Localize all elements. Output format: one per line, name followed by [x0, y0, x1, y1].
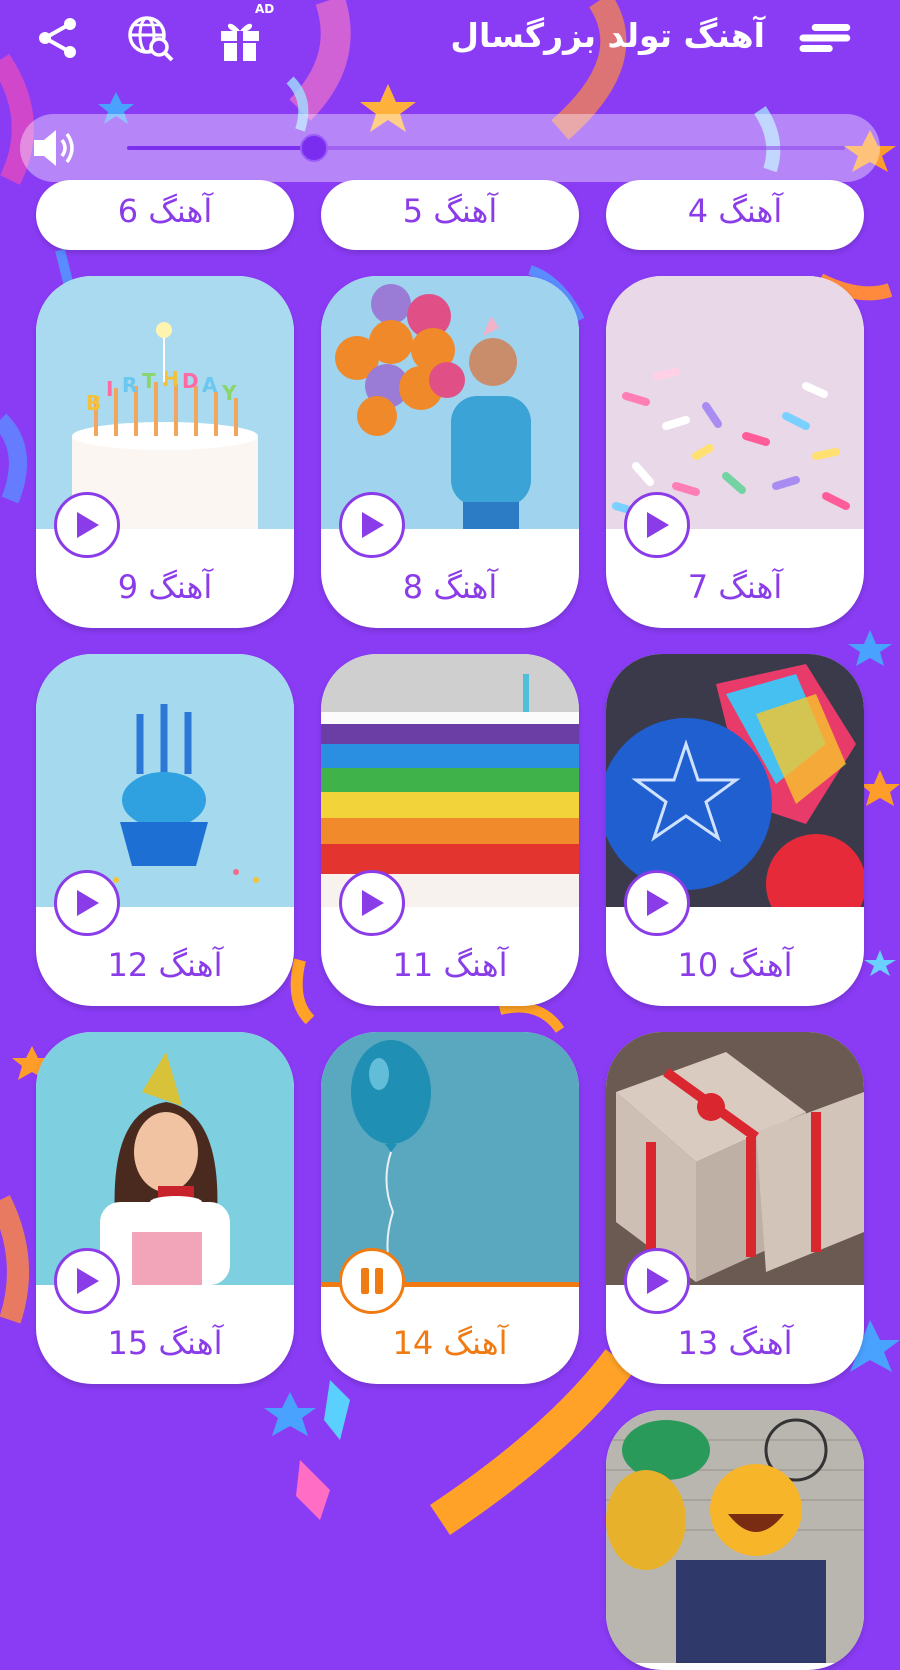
svg-text:R: R [122, 373, 137, 397]
svg-text:B: B [86, 391, 101, 415]
cupcake-image [36, 654, 294, 907]
song-label: آهنگ 9 [117, 568, 213, 606]
birthday-cake-image: B I R T H D A Y [36, 276, 294, 529]
play-icon [362, 512, 384, 538]
song-card-playing[interactable]: آهنگ 14 [321, 1032, 579, 1384]
song-label: آهنگ 8 [402, 568, 498, 606]
song-card[interactable]: آهنگ 15 [36, 1032, 294, 1384]
song-label: آهنگ 6 [117, 192, 213, 230]
songs-grid: آهنگ 4 آهنگ 5 آهنگ 6 آهنگ 7 آهنگ 8 B I R… [0, 0, 900, 1670]
song-card[interactable] [606, 1410, 864, 1670]
song-card[interactable]: آهنگ 12 [36, 654, 294, 1006]
song-label: آهنگ 5 [402, 192, 498, 230]
play-button[interactable] [624, 870, 690, 936]
song-label: آهنگ 7 [687, 568, 783, 606]
play-icon [362, 890, 384, 916]
svg-text:A: A [202, 373, 218, 397]
song-label: آهنگ 15 [107, 1324, 223, 1362]
song-label: آهنگ 13 [677, 1324, 793, 1362]
play-icon [77, 890, 99, 916]
song-card[interactable]: آهنگ 5 [321, 180, 579, 250]
happy-birthday-balloons-image [606, 654, 864, 907]
song-card[interactable]: آهنگ 7 [606, 276, 864, 628]
play-icon [77, 512, 99, 538]
play-icon [647, 890, 669, 916]
svg-text:Y: Y [221, 381, 237, 405]
blue-balloon-image [321, 1032, 579, 1285]
play-button[interactable] [624, 1248, 690, 1314]
gift-boxes-image [606, 1032, 864, 1285]
girl-with-cake-image [36, 1032, 294, 1285]
play-icon [77, 1268, 99, 1294]
emoji-balloon-image [606, 1410, 864, 1663]
play-icon [647, 1268, 669, 1294]
svg-text:I: I [106, 377, 113, 401]
man-with-balloons-image [321, 276, 579, 529]
pause-button[interactable] [339, 1248, 405, 1314]
song-label: آهنگ 11 [392, 946, 508, 984]
sprinkles-image [606, 276, 864, 529]
song-card[interactable]: آهنگ 10 [606, 654, 864, 1006]
svg-text:T: T [142, 369, 156, 393]
song-card[interactable]: آهنگ 13 [606, 1032, 864, 1384]
rainbow-cake-image [321, 654, 579, 907]
svg-text:D: D [182, 369, 199, 393]
song-label: آهنگ 14 [392, 1324, 508, 1362]
play-button[interactable] [339, 870, 405, 936]
song-card[interactable]: آهنگ 6 [36, 180, 294, 250]
pause-icon [361, 1268, 383, 1294]
play-button[interactable] [54, 870, 120, 936]
play-button[interactable] [54, 492, 120, 558]
song-label: آهنگ 10 [677, 946, 793, 984]
song-card[interactable]: آهنگ 8 [321, 276, 579, 628]
play-button[interactable] [54, 1248, 120, 1314]
play-button[interactable] [624, 492, 690, 558]
song-label: آهنگ 4 [687, 192, 783, 230]
song-label: آهنگ 12 [107, 946, 223, 984]
song-card[interactable]: B I R T H D A Y آهنگ 9 [36, 276, 294, 628]
song-card[interactable]: آهنگ 4 [606, 180, 864, 250]
play-button[interactable] [339, 492, 405, 558]
song-card[interactable]: آهنگ 11 [321, 654, 579, 1006]
play-icon [647, 512, 669, 538]
